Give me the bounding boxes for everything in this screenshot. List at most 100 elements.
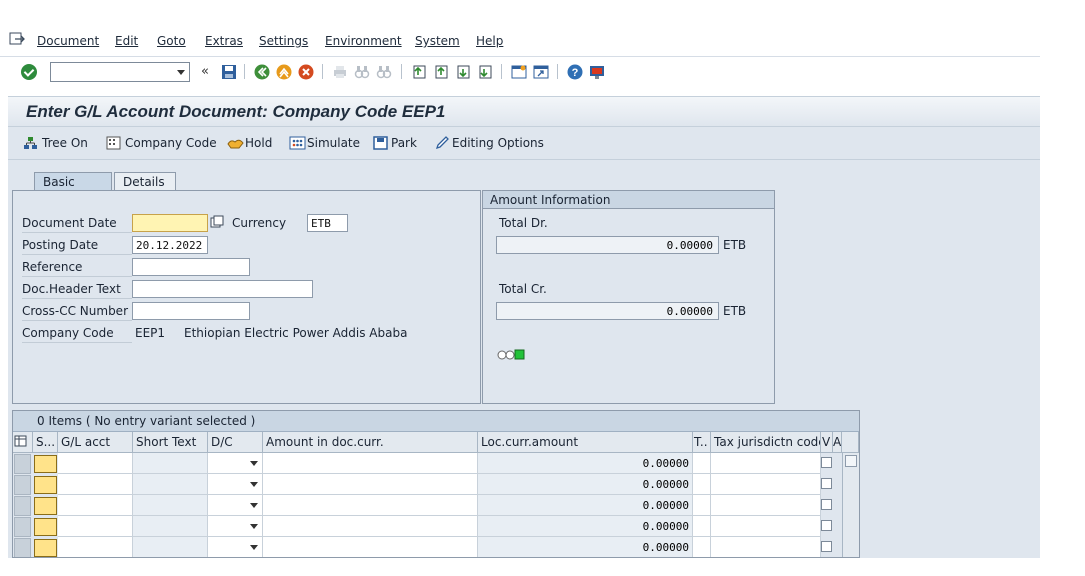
doc-header-text-field[interactable]: [132, 280, 313, 298]
col-dc[interactable]: D/C: [208, 432, 263, 453]
company-code-icon[interactable]: [106, 136, 121, 150]
tax-code-cell[interactable]: [693, 516, 711, 537]
status-cell[interactable]: [34, 539, 57, 557]
customize-layout-icon[interactable]: [589, 64, 605, 80]
next-page-icon[interactable]: [455, 64, 471, 80]
v-checkbox[interactable]: [821, 520, 832, 531]
tax-jurisdiction-cell[interactable]: [711, 537, 821, 557]
menu-settings[interactable]: Settings: [259, 34, 308, 48]
hold-icon[interactable]: [227, 136, 244, 150]
col-loc-curr-amount[interactable]: Loc.curr.amount: [478, 432, 693, 453]
dc-cell[interactable]: [208, 516, 263, 537]
currency-field[interactable]: ETB: [307, 214, 348, 232]
save-icon[interactable]: [221, 64, 237, 80]
tax-jurisdiction-cell[interactable]: [711, 495, 821, 516]
menu-environment[interactable]: Environment: [325, 34, 402, 48]
chevron-down-icon[interactable]: [177, 70, 185, 75]
new-session-icon[interactable]: [511, 64, 527, 80]
col-tax-code[interactable]: T..: [693, 432, 711, 453]
dc-cell[interactable]: [208, 453, 263, 474]
col-v[interactable]: V: [821, 432, 833, 453]
company-code-button[interactable]: Company Code: [125, 136, 217, 150]
row-selector[interactable]: [14, 475, 31, 495]
tax-jurisdiction-cell[interactable]: [711, 516, 821, 537]
row-selector[interactable]: [14, 454, 31, 474]
tree-icon[interactable]: [23, 136, 38, 150]
col-status[interactable]: S...: [33, 432, 58, 453]
tax-code-cell[interactable]: [693, 453, 711, 474]
tax-jurisdiction-cell[interactable]: [711, 474, 821, 495]
amount-doc-curr-cell[interactable]: [263, 474, 478, 495]
chevron-down-icon[interactable]: [250, 524, 258, 529]
status-cell[interactable]: [34, 497, 57, 515]
gl-acct-cell[interactable]: [58, 516, 133, 537]
dc-cell[interactable]: [208, 474, 263, 495]
shortcut-icon[interactable]: [533, 64, 549, 80]
gl-acct-cell[interactable]: [58, 537, 133, 557]
table-settings-icon[interactable]: [13, 432, 33, 453]
tax-code-cell[interactable]: [693, 474, 711, 495]
col-gl-acct[interactable]: G/L acct: [58, 432, 133, 453]
editing-options-button[interactable]: Editing Options: [452, 136, 544, 150]
tree-on-button[interactable]: Tree On: [42, 136, 88, 150]
col-amount-doc-curr[interactable]: Amount in doc.curr.: [263, 432, 478, 453]
chevron-down-icon[interactable]: [250, 503, 258, 508]
v-checkbox[interactable]: [821, 499, 832, 510]
amount-doc-curr-cell[interactable]: [263, 537, 478, 557]
chevron-down-icon[interactable]: [250, 482, 258, 487]
pencil-icon[interactable]: [435, 136, 450, 150]
help-icon[interactable]: ?: [567, 64, 583, 80]
menu-icon[interactable]: [9, 32, 25, 46]
amount-doc-curr-cell[interactable]: [263, 516, 478, 537]
gl-acct-cell[interactable]: [58, 453, 133, 474]
collapse-icon[interactable]: «: [201, 64, 209, 79]
calendar-icon[interactable]: [210, 215, 224, 229]
menu-edit[interactable]: Edit: [115, 34, 138, 48]
document-date-field[interactable]: [132, 214, 208, 232]
tax-jurisdiction-cell[interactable]: [711, 453, 821, 474]
row-selector[interactable]: [14, 538, 31, 557]
v-checkbox[interactable]: [821, 457, 832, 468]
simulate-button[interactable]: Simulate: [307, 136, 360, 150]
tab-basic-data[interactable]: Basic Data: [34, 172, 112, 203]
tax-code-cell[interactable]: [693, 537, 711, 557]
gl-acct-cell[interactable]: [58, 474, 133, 495]
menu-help[interactable]: Help: [476, 34, 503, 48]
tax-code-cell[interactable]: [693, 495, 711, 516]
menu-document[interactable]: Document: [37, 34, 99, 48]
amount-doc-curr-cell[interactable]: [263, 495, 478, 516]
cancel-icon[interactable]: [298, 64, 314, 80]
row-selector[interactable]: [14, 496, 31, 516]
table-scrollbar[interactable]: [842, 453, 859, 557]
tab-details[interactable]: Details: [114, 172, 176, 191]
park-icon[interactable]: [373, 136, 388, 150]
row-selector[interactable]: [14, 517, 31, 537]
cross-cc-number-field[interactable]: [132, 302, 250, 320]
dc-cell[interactable]: [208, 537, 263, 557]
menu-goto[interactable]: Goto: [157, 34, 186, 48]
amount-doc-curr-cell[interactable]: [263, 453, 478, 474]
gl-acct-cell[interactable]: [58, 495, 133, 516]
col-short-text[interactable]: Short Text: [133, 432, 208, 453]
menu-system[interactable]: System: [415, 34, 460, 48]
first-page-icon[interactable]: [411, 64, 427, 80]
last-page-icon[interactable]: [477, 64, 493, 80]
chevron-down-icon[interactable]: [250, 461, 258, 466]
v-checkbox[interactable]: [821, 478, 832, 489]
reference-field[interactable]: [132, 258, 250, 276]
menu-extras[interactable]: Extras: [205, 34, 243, 48]
status-cell[interactable]: [34, 518, 57, 536]
posting-date-field[interactable]: 20.12.2022: [132, 236, 208, 254]
previous-page-icon[interactable]: [433, 64, 449, 80]
v-checkbox[interactable]: [821, 541, 832, 552]
exit-icon[interactable]: [276, 64, 292, 80]
park-button[interactable]: Park: [391, 136, 417, 150]
col-a[interactable]: A: [833, 432, 842, 453]
col-tax-jurisdiction[interactable]: Tax jurisdictn code: [711, 432, 821, 453]
scroll-up-button[interactable]: [845, 455, 857, 467]
status-cell[interactable]: [34, 455, 57, 473]
status-cell[interactable]: [34, 476, 57, 494]
back-icon[interactable]: [254, 64, 270, 80]
simulate-icon[interactable]: [289, 136, 306, 150]
command-field[interactable]: [50, 62, 190, 82]
